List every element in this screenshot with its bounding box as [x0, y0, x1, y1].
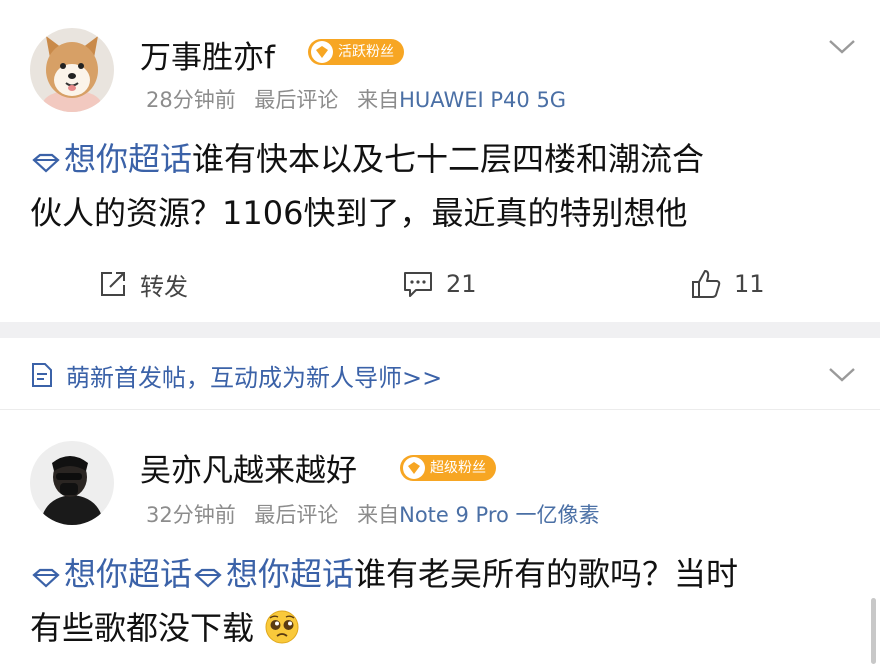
section-separator — [0, 322, 880, 338]
pleading-emoji — [265, 610, 299, 644]
source-prefix: 来自 — [357, 503, 400, 527]
post-content: 想你超话谁有快本以及七十二层四楼和潮流合 伙人的资源？1106快到了，最近真的特… — [30, 132, 860, 240]
comment-icon — [404, 272, 432, 297]
content-line-1: 想你超话 想你超话谁有老吴所有的歌吗？当时 — [30, 547, 860, 601]
like-count: 11 — [734, 270, 765, 298]
document-icon — [32, 363, 52, 387]
fan-badge[interactable]: 活跃粉丝 — [308, 39, 404, 65]
fan-badge-icon — [311, 41, 333, 63]
badge-label: 超级粉丝 — [430, 460, 486, 476]
shiba-avatar — [30, 28, 114, 112]
repost-icon — [101, 272, 125, 296]
content-line-2: 伙人的资源？1106快到了，最近真的特别想他 — [30, 194, 688, 232]
chevron-down-icon[interactable] — [828, 38, 856, 56]
topic-link[interactable]: 想你超话 — [30, 555, 192, 593]
chevron-down-icon[interactable] — [828, 366, 856, 384]
post-time: 28分钟前 — [146, 88, 236, 112]
comment-count: 21 — [446, 270, 477, 298]
notice-text[interactable]: 萌新首发帖，互动成为新人导师>> — [66, 358, 442, 393]
post-content: 想你超话 想你超话谁有老吴所有的歌吗？当时 有些歌都没下载 — [30, 547, 860, 655]
avatar[interactable] — [30, 28, 114, 112]
post-card-1: 万事胜亦f 活跃粉丝 28分钟前 最后评论 来自HUAWEI P40 5G 想你… — [0, 0, 880, 322]
username[interactable]: 万事胜亦f — [140, 32, 275, 77]
comment-button[interactable]: 21 — [402, 266, 477, 302]
content-line-2: 有些歌都没下载 — [30, 601, 860, 655]
user-avatar — [30, 441, 114, 525]
post-time: 32分钟前 — [146, 503, 236, 527]
topic-link[interactable]: 想你超话 — [192, 555, 354, 593]
last-comment-label: 最后评论 — [254, 88, 339, 112]
content-line-1: 想你超话谁有快本以及七十二层四楼和潮流合 — [30, 132, 860, 186]
diamond-topic-icon — [194, 568, 222, 588]
post-meta: 28分钟前 最后评论 来自HUAWEI P40 5G — [146, 84, 566, 114]
fan-badge[interactable]: 超级粉丝 — [400, 455, 496, 481]
repost-label: 转发 — [140, 272, 188, 301]
topic-link[interactable]: 想你超话 — [30, 140, 192, 178]
source-prefix: 来自 — [357, 88, 400, 112]
username[interactable]: 吴亦凡越来越好 — [140, 445, 357, 490]
fan-badge-icon — [403, 457, 425, 479]
like-icon — [692, 270, 721, 298]
content-text: 谁有老吴所有的歌吗？当时 — [354, 555, 739, 593]
diamond-topic-icon — [32, 568, 60, 588]
like-button[interactable]: 11 — [690, 266, 765, 302]
avatar[interactable] — [30, 441, 114, 525]
last-comment-label: 最后评论 — [254, 503, 339, 527]
post-meta: 32分钟前 最后评论 来自Note 9 Pro 一亿像素 — [146, 499, 600, 529]
source-device[interactable]: HUAWEI P40 5G — [399, 88, 566, 112]
diamond-topic-icon — [32, 153, 60, 173]
post-card-2: 吴亦凡越来越好 超级粉丝 32分钟前 最后评论 来自Note 9 Pro 一亿像… — [0, 411, 880, 668]
newbie-notice[interactable]: 萌新首发帖，互动成为新人导师>> — [0, 338, 880, 410]
scrollbar[interactable] — [871, 598, 876, 664]
content-text: 谁有快本以及七十二层四楼和潮流合 — [192, 140, 705, 178]
repost-button[interactable]: 转发 — [98, 266, 188, 302]
source-device[interactable]: Note 9 Pro 一亿像素 — [399, 503, 599, 527]
badge-label: 活跃粉丝 — [338, 44, 394, 60]
